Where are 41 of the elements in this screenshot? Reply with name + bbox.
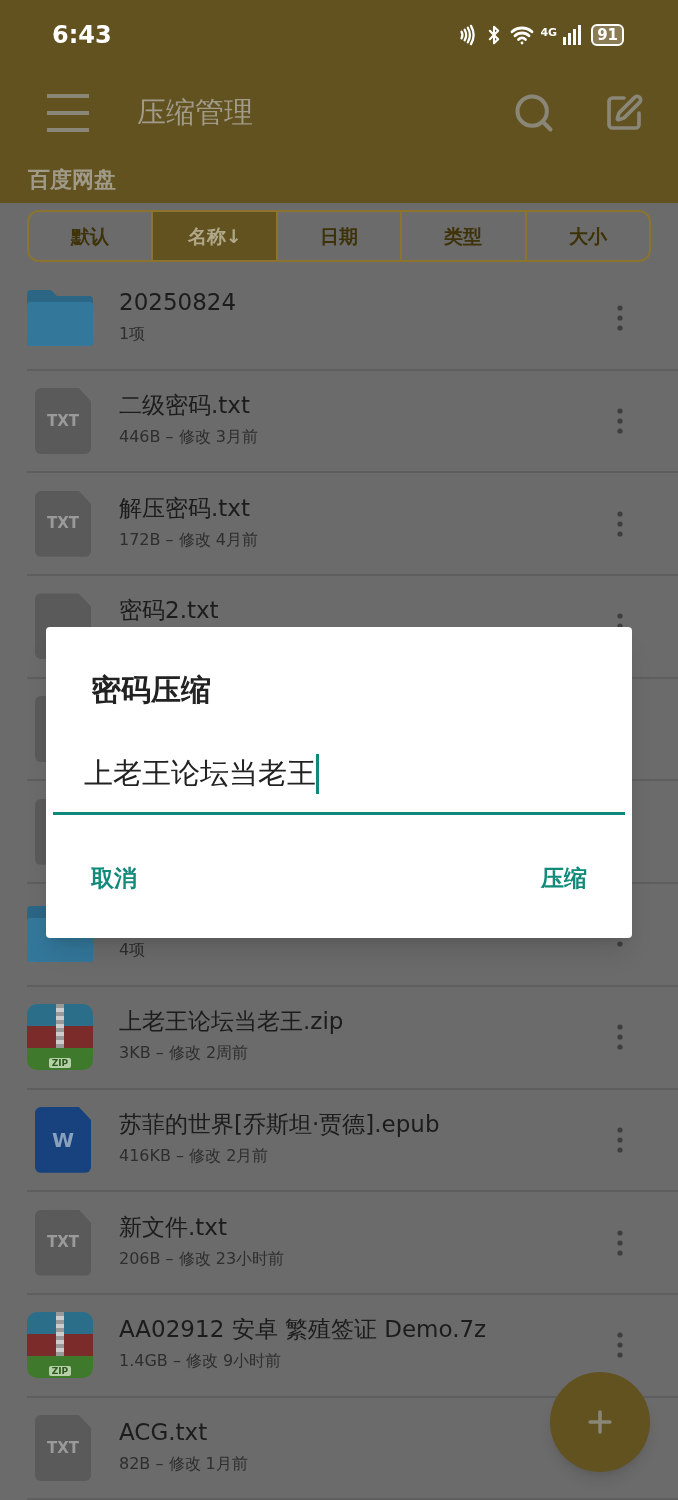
sort-tab[interactable]: 默认: [29, 212, 152, 260]
text-file-icon: TXT: [35, 1414, 91, 1481]
file-details: 4项: [119, 939, 146, 962]
location-label: 百度网盘: [28, 167, 116, 192]
file-name[interactable]: AA02912 安卓 繁殖签证 Demo.7z: [119, 1315, 487, 1344]
file-details: 1项: [119, 323, 146, 346]
file-details: 1.4GB – 修改 9小时前: [119, 1350, 282, 1373]
file-name[interactable]: 解压密码.txt: [119, 493, 250, 522]
document-icon: W: [35, 1106, 91, 1173]
file-details: 3KB – 修改 2周前: [119, 1042, 249, 1065]
file-details: 206B – 修改 23小时前: [119, 1247, 285, 1270]
file-name[interactable]: ACG.txt: [119, 1417, 208, 1446]
clock: 6:43: [52, 20, 112, 51]
file-name[interactable]: 新文件.txt: [119, 1212, 227, 1241]
text-file-icon: TXT: [35, 1209, 91, 1276]
file-name[interactable]: 苏菲的世界[乔斯坦·贾德].epub: [119, 1109, 440, 1138]
password-field[interactable]: 上老王论坛当老王: [53, 735, 625, 815]
file-details: 446B – 修改 3月前: [119, 426, 258, 449]
sort-tab[interactable]: 大小: [524, 212, 649, 260]
sort-tab[interactable]: 类型: [400, 212, 525, 260]
app-title: 压缩管理: [137, 93, 254, 131]
file-details: 416KB – 修改 2月前: [119, 1144, 269, 1167]
dialog-title: 密码压缩: [91, 671, 211, 709]
folder-icon: [27, 290, 93, 347]
file-details: 172B – 修改 4月前: [119, 528, 258, 551]
battery-level: 91: [591, 24, 624, 46]
text-file-icon: TXT: [35, 490, 91, 557]
file-name[interactable]: 上老王论坛当老王.zip: [119, 1007, 344, 1036]
sort-tab[interactable]: 日期: [275, 212, 401, 260]
file-name[interactable]: 二级密码.txt: [119, 391, 250, 420]
file-details: 82B – 修改 1月前: [119, 1452, 248, 1475]
file-name[interactable]: 密码2.txt: [119, 596, 219, 625]
text-file-icon: TXT: [35, 388, 91, 455]
sort-tab[interactable]: 名称↓: [151, 212, 276, 260]
network-type: 4G: [540, 27, 558, 38]
edit-icon[interactable]: [604, 92, 644, 133]
compress-button[interactable]: 压缩: [541, 861, 587, 896]
cancel-button[interactable]: 取消: [91, 861, 137, 896]
file-name[interactable]: 20250824: [119, 288, 237, 317]
menu-icon[interactable]: [47, 93, 89, 132]
signal-icon: [563, 25, 582, 45]
